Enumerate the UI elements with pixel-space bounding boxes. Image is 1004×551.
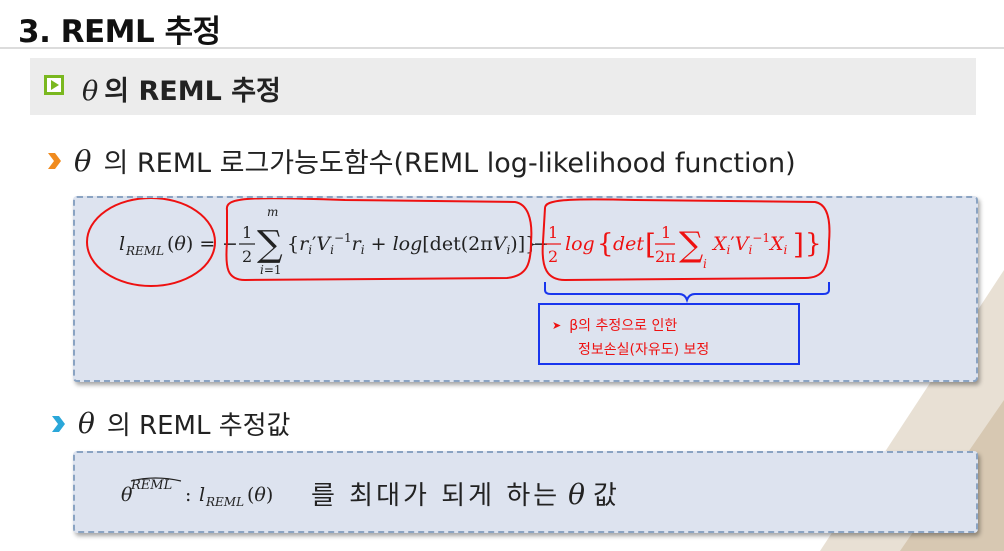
svg-text::: : [185, 484, 191, 506]
section-header: θ 의 REML 추정 [30, 58, 976, 115]
svg-text:2π: 2π [655, 247, 676, 266]
chevron-right-icon [48, 152, 61, 169]
svg-text:∑: ∑ [679, 225, 703, 265]
svg-text:1: 1 [548, 223, 558, 242]
theta-symbol: θ [82, 76, 99, 107]
svg-text:{ri′Vi−1ri + log[det(2πVi)]}: {ri′Vi−1ri + log[det(2πVi)]} [287, 231, 537, 257]
svg-text:i: i [703, 257, 707, 271]
svg-text:REML: REML [205, 495, 244, 509]
svg-text:(θ) =: (θ) = [167, 233, 215, 255]
section-title-text: 의 REML 추정 [104, 76, 281, 107]
bullet-loglik-text: 의 REML 로그가능도함수(REML log-likelihood funct… [103, 148, 796, 179]
bullet-estimate-text: 의 REML 추정값 [106, 411, 291, 441]
estimate-suffix: 값 [593, 481, 617, 511]
theta-symbol: θ [568, 478, 586, 511]
svg-text:−: − [222, 233, 238, 255]
chevron-right-icon [52, 415, 65, 432]
loglik-formula: l REML (θ) = − 1 2 ∑ m i=1 {ri′Vi−1ri + … [86, 198, 831, 304]
svg-text:REML: REML [125, 244, 164, 258]
svg-text:∑: ∑ [257, 224, 283, 265]
svg-text:m: m [267, 205, 278, 219]
svg-text:l: l [199, 484, 205, 506]
svg-text:2: 2 [548, 247, 558, 266]
arrow-bullet-icon: ➤ [552, 318, 562, 332]
svg-text:{: { [597, 229, 614, 259]
svg-text:}: } [805, 229, 822, 259]
svg-text:Xi′Vi−1Xi: Xi′Vi−1Xi [711, 231, 788, 257]
estimate-formula-box: θ REML : l REML (θ) 를 최대가 되게 하는 θ 값 [73, 451, 978, 533]
note-line-1: β의 추정으로 인한 [569, 318, 678, 334]
bullet-estimate: θ 의 REML 추정값 [50, 405, 290, 442]
theta-symbol: θ [74, 143, 92, 178]
slide-title: 3. REML 추정 [18, 14, 221, 50]
svg-text:det: det [613, 233, 644, 255]
svg-text:2: 2 [242, 247, 252, 266]
svg-text:log: log [565, 233, 595, 255]
estimate-description: 를 최대가 되게 하는 [311, 481, 561, 511]
loglik-formula-box: l REML (θ) = − 1 2 ∑ m i=1 {ri′Vi−1ri + … [73, 196, 978, 382]
svg-text:i=1: i=1 [260, 263, 282, 277]
bullet-loglik: θ 의 REML 로그가능도함수(REML log-likelihood fun… [46, 141, 796, 180]
section-title: θ 의 REML 추정 [82, 69, 281, 108]
note-line-2: 정보손실(자유도) 보정 [578, 342, 710, 358]
svg-text:1: 1 [242, 223, 252, 242]
svg-text:1: 1 [661, 223, 671, 242]
svg-text:REML: REML [130, 478, 172, 493]
svg-text:(θ): (θ) [247, 484, 273, 506]
svg-text:]: ] [793, 228, 804, 261]
svg-text:l: l [119, 233, 125, 255]
df-correction-note: ➤ β의 추정으로 인한 정보손실(자유도) 보정 [538, 303, 800, 365]
title-divider [0, 47, 1004, 49]
theta-symbol: θ [78, 407, 95, 440]
play-square-icon [44, 75, 64, 95]
